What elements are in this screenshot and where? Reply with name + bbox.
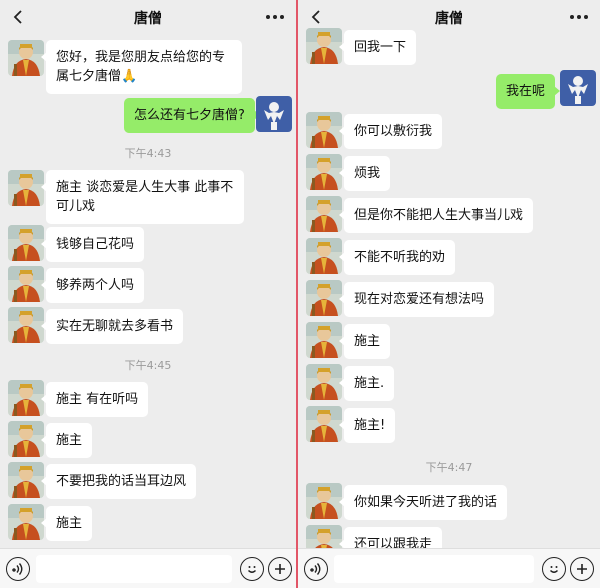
message-bubble[interactable]: 施主 — [40, 423, 93, 458]
voice-icon[interactable] — [6, 557, 30, 581]
avatar[interactable] — [8, 170, 44, 206]
message-bubble[interactable]: 不能不听我的劝 — [338, 240, 456, 275]
message-bubble[interactable]: 回我一下 — [338, 30, 417, 65]
message-bubble[interactable]: 现在对恋爱还有想法吗 — [338, 282, 495, 317]
chat-header: 唐僧 — [298, 0, 600, 34]
avatar[interactable] — [8, 421, 44, 457]
message-input[interactable] — [334, 555, 534, 583]
message-bubble[interactable]: 施主 谈恋爱是人生大事 此事不可儿戏 — [41, 170, 244, 224]
avatar[interactable] — [306, 196, 342, 232]
avatar[interactable] — [8, 225, 44, 261]
message-bubble[interactable]: 施主. — [338, 366, 395, 401]
avatar[interactable] — [306, 280, 342, 316]
avatar[interactable] — [306, 364, 342, 400]
message-bubble[interactable]: 我在呢 — [496, 74, 561, 109]
message-input[interactable] — [36, 555, 232, 583]
message-bubble[interactable]: 钱够自己花吗 — [40, 227, 145, 262]
message-bubble[interactable]: 但是你不能把人生大事当儿戏 — [338, 198, 534, 233]
avatar[interactable] — [8, 462, 44, 498]
avatar[interactable] — [306, 238, 342, 274]
chevron-left-icon[interactable] — [306, 6, 328, 28]
plus-icon[interactable] — [268, 557, 292, 581]
avatar[interactable] — [256, 96, 292, 132]
voice-icon[interactable] — [304, 557, 328, 581]
avatar[interactable] — [306, 112, 342, 148]
avatar[interactable] — [8, 504, 44, 540]
message-bubble[interactable]: 你如果今天听进了我的话 — [338, 485, 508, 520]
chat-header: 唐僧 — [0, 0, 296, 34]
screenshot-collage: 唐僧 您好，我是您朋友点给您的专属七夕唐僧🙏 怎么还有七夕唐僧? 下午4:43 … — [0, 0, 600, 588]
message-bubble[interactable]: 烦我 — [338, 156, 391, 191]
avatar[interactable] — [306, 322, 342, 358]
avatar[interactable] — [8, 307, 44, 343]
input-bar — [298, 548, 600, 588]
message-bubble[interactable]: 够养两个人吗 — [40, 268, 145, 303]
avatar[interactable] — [8, 380, 44, 416]
avatar[interactable] — [306, 28, 342, 64]
message-bubble[interactable]: 施主 有在听吗 — [40, 382, 149, 417]
avatar[interactable] — [8, 266, 44, 302]
more-dots-icon[interactable] — [566, 6, 592, 28]
message-bubble[interactable]: 实在无聊就去多看书 — [40, 309, 184, 344]
message-bubble[interactable]: 怎么还有七夕唐僧? — [124, 98, 260, 133]
plus-icon[interactable] — [570, 557, 594, 581]
avatar[interactable] — [306, 483, 342, 519]
chat-title: 唐僧 — [134, 11, 162, 27]
input-bar — [0, 548, 296, 588]
avatar[interactable] — [306, 406, 342, 442]
emoji-icon[interactable] — [542, 557, 566, 581]
chevron-left-icon[interactable] — [8, 6, 30, 28]
avatar[interactable] — [560, 70, 596, 106]
emoji-icon[interactable] — [240, 557, 264, 581]
left-chat-screen: 唐僧 您好，我是您朋友点给您的专属七夕唐僧🙏 怎么还有七夕唐僧? 下午4:43 … — [0, 0, 296, 588]
chat-title: 唐僧 — [435, 11, 463, 27]
timestamp: 下午4:47 — [425, 461, 473, 474]
timestamp: 下午4:45 — [124, 359, 172, 372]
timestamp: 下午4:43 — [124, 147, 172, 160]
message-bubble[interactable]: 不要把我的话当耳边风 — [40, 464, 197, 499]
avatar[interactable] — [306, 154, 342, 190]
message-bubble[interactable]: 施主 — [338, 324, 391, 359]
message-bubble[interactable]: 施主 — [40, 506, 93, 541]
message-bubble[interactable]: 您好，我是您朋友点给您的专属七夕唐僧🙏 — [41, 40, 242, 94]
avatar[interactable] — [8, 40, 44, 76]
message-bubble[interactable]: 你可以敷衍我 — [338, 114, 443, 149]
right-chat-screen: 唐僧 回我一下 我在呢 你可以敷衍我 烦我 但是你不能把人生大事当儿戏 不能不听… — [298, 0, 600, 588]
more-dots-icon[interactable] — [262, 6, 288, 28]
message-bubble[interactable]: 施主! — [338, 408, 396, 443]
